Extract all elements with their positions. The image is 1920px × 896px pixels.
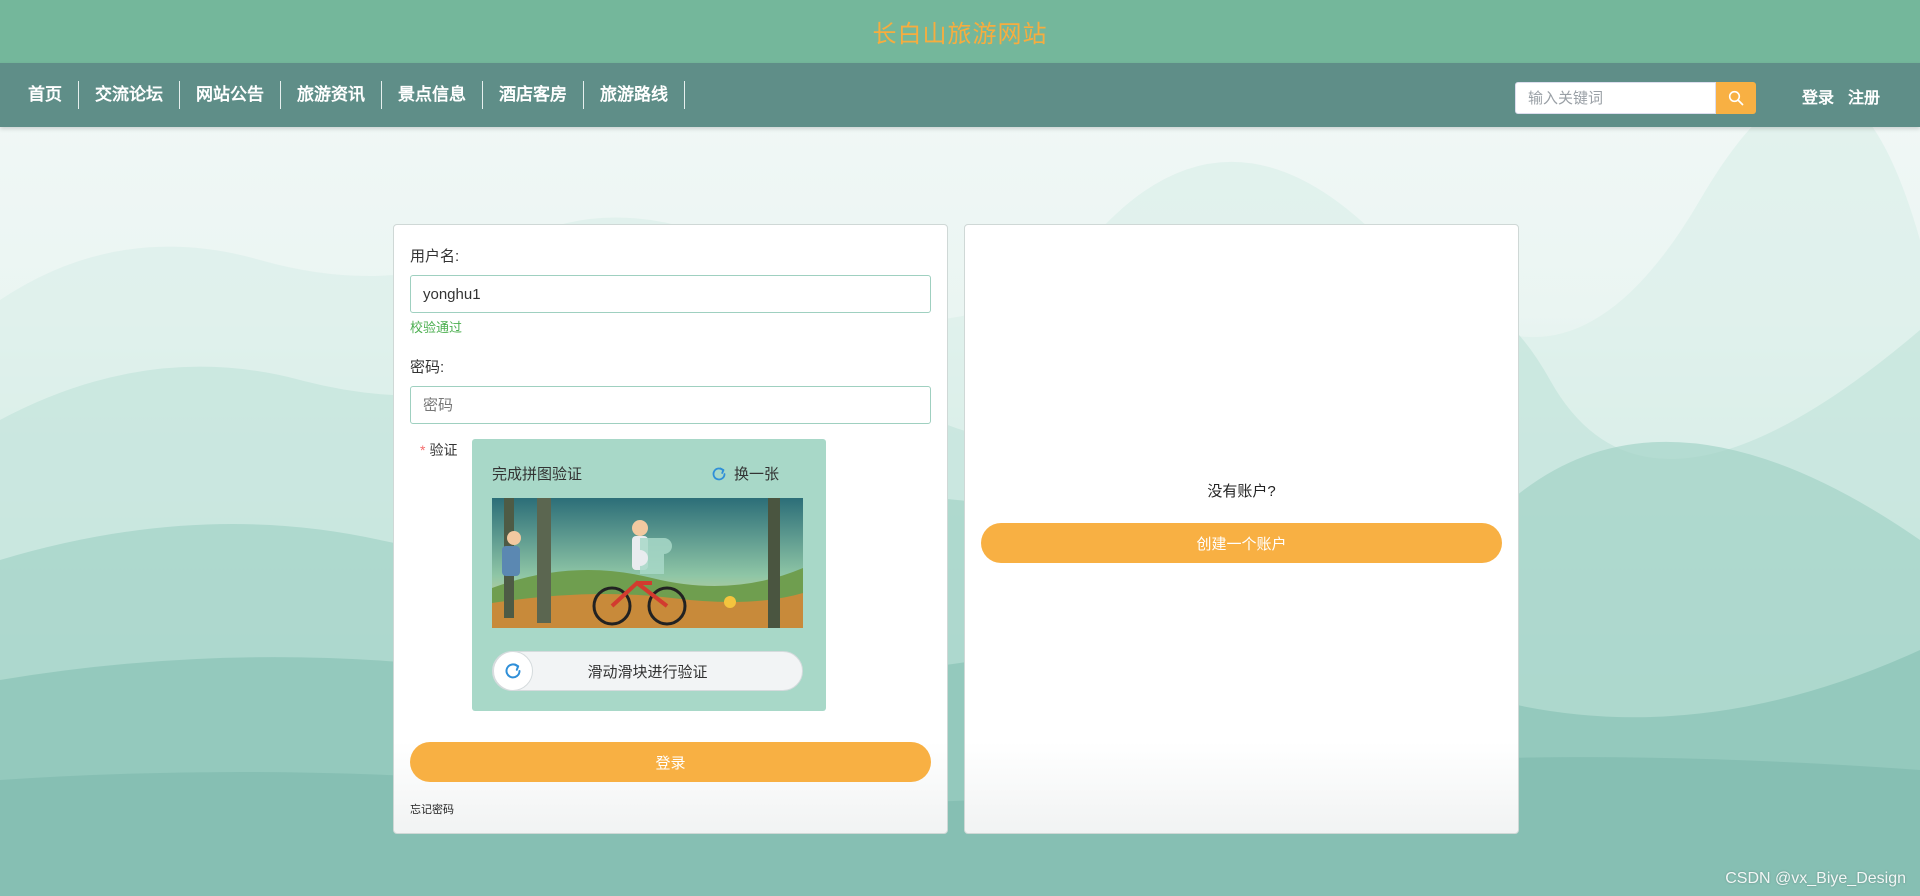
nav-login-link[interactable]: 登录 bbox=[1802, 83, 1834, 113]
auth-links: 登录 注册 bbox=[1802, 83, 1880, 113]
nav-item-hotels[interactable]: 酒店客房 bbox=[483, 81, 584, 109]
nav-item-routes[interactable]: 旅游路线 bbox=[584, 81, 685, 109]
register-card: 没有账户? 创建一个账户 bbox=[964, 224, 1519, 834]
nav-item-travel-news[interactable]: 旅游资讯 bbox=[281, 81, 382, 109]
nav-item-attractions[interactable]: 景点信息 bbox=[382, 81, 483, 109]
puzzle-captcha: 完成拼图验证 换一张 滑动滑块进行验证 bbox=[472, 439, 826, 711]
slider-track[interactable]: 滑动滑块进行验证 bbox=[492, 651, 803, 691]
captcha-refresh-label: 换一张 bbox=[734, 466, 780, 483]
login-card: 用户名: 校验通过 密码: *验证 完成拼图验证 换一张 bbox=[393, 224, 948, 834]
slider-text: 滑动滑块进行验证 bbox=[587, 663, 708, 681]
password-input[interactable] bbox=[410, 386, 931, 424]
title-bar: 长白山旅游网站 bbox=[0, 0, 1920, 63]
captcha-puzzle-image bbox=[492, 498, 803, 628]
nav-item-home[interactable]: 首页 bbox=[12, 81, 79, 109]
search-box bbox=[1515, 82, 1756, 114]
main-nav: 首页 交流论坛 网站公告 旅游资讯 景点信息 酒店客房 旅游路线 登录 注册 bbox=[0, 63, 1920, 127]
watermark: CSDN @vx_Biye_Design bbox=[1725, 870, 1906, 887]
search-icon bbox=[1728, 90, 1744, 106]
no-account-prompt: 没有账户? bbox=[1207, 483, 1276, 500]
slider-handle[interactable] bbox=[493, 651, 533, 691]
verify-label: * 验证 bbox=[420, 440, 457, 460]
nav-register-link[interactable]: 注册 bbox=[1848, 83, 1880, 113]
nav-item-forum[interactable]: 交流论坛 bbox=[79, 81, 180, 109]
search-button[interactable] bbox=[1716, 82, 1756, 114]
captcha-title: 完成拼图验证 bbox=[492, 466, 583, 483]
search-input[interactable] bbox=[1515, 82, 1716, 114]
username-input[interactable] bbox=[410, 275, 931, 313]
refresh-icon bbox=[505, 663, 521, 679]
create-account-button[interactable]: 创建一个账户 bbox=[981, 523, 1502, 563]
nav-list: 首页 交流论坛 网站公告 旅游资讯 景点信息 酒店客房 旅游路线 bbox=[12, 81, 685, 109]
refresh-icon bbox=[712, 467, 726, 480]
page-background bbox=[0, 0, 1920, 896]
username-status: 校验通过 bbox=[410, 320, 463, 335]
forgot-password-link[interactable]: 忘记密码 bbox=[410, 801, 454, 817]
captcha-refresh-button[interactable]: 换一张 bbox=[710, 463, 779, 484]
required-mark: * bbox=[420, 442, 426, 458]
verify-label-text: 验证 bbox=[429, 442, 458, 458]
username-label: 用户名: bbox=[410, 248, 460, 265]
password-label: 密码: bbox=[410, 359, 445, 376]
login-submit-button[interactable]: 登录 bbox=[410, 742, 931, 782]
site-title: 长白山旅游网站 bbox=[872, 21, 1048, 48]
nav-item-announcements[interactable]: 网站公告 bbox=[180, 81, 281, 109]
